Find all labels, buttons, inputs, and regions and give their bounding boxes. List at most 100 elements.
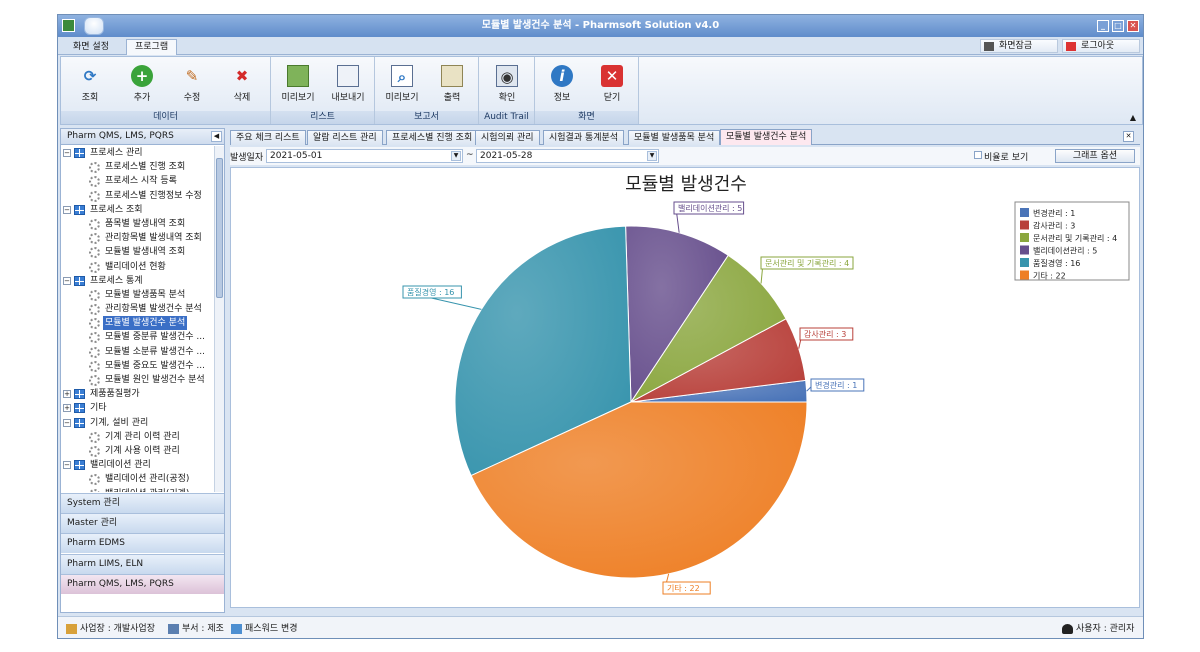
- print-button[interactable]: 출력: [429, 63, 475, 107]
- tree-item[interactable]: 프로세스별 진행정보 수정: [61, 189, 214, 203]
- tree-item[interactable]: 프로세스별 진행 조회: [61, 160, 214, 174]
- tree-item[interactable]: 관리항목별 발생건수 분석: [61, 302, 214, 316]
- logout-button[interactable]: 로그아웃: [1062, 39, 1140, 53]
- tree-folder[interactable]: − 프로세스 조회: [61, 203, 214, 217]
- app-window: 모듈별 발생건수 분석 - Pharmsoft Solution v4.0 _ …: [57, 14, 1144, 639]
- chart-area: 모듈별 발생건수 변경관리 : 1 감사관리 : 3 문서관리 및 기록관리 : 4 밸…: [230, 167, 1140, 608]
- nav-bar-module[interactable]: Pharm LIMS, ELN: [61, 553, 224, 574]
- date-from-input[interactable]: 2021-05-01 ▼: [266, 149, 463, 163]
- nav-bar-module[interactable]: Pharm EDMS: [61, 533, 224, 554]
- nav-bar-module[interactable]: System 관리: [61, 493, 224, 513]
- tree-node-label: 프로세스별 진행 조회: [105, 162, 186, 173]
- expand-toggle-icon[interactable]: −: [63, 149, 71, 157]
- grid-icon: [231, 624, 242, 634]
- tree-item[interactable]: 밸리데이션 관리(공정): [61, 472, 214, 486]
- tab-program[interactable]: 프로그램: [126, 39, 178, 55]
- tree-folder[interactable]: − 밸리데이션 관리: [61, 458, 214, 472]
- audit-check-button[interactable]: ◉ 확인: [484, 63, 530, 107]
- edit-button[interactable]: ✎ 수정: [169, 63, 215, 107]
- chevron-down-icon[interactable]: ▼: [647, 151, 657, 161]
- tab-screen-settings[interactable]: 화면 설정: [64, 39, 118, 55]
- slice-data-label: 문서관리 및 기록관리 : 4: [765, 258, 849, 268]
- tree-folder[interactable]: + 기타: [61, 401, 214, 415]
- tree-scrollbar[interactable]: [214, 146, 224, 492]
- expand-toggle-icon[interactable]: +: [63, 404, 71, 413]
- tree-folder[interactable]: − 기계, 설비 관리: [61, 416, 214, 430]
- doc-tab[interactable]: 모듈별 발생건수 분석: [720, 129, 813, 145]
- doc-tab[interactable]: 시험의뢰 관리: [475, 130, 540, 145]
- export-button[interactable]: 내보내기: [325, 63, 371, 107]
- gear-icon: [89, 431, 100, 443]
- doc-tab[interactable]: 주요 체크 리스트: [230, 130, 306, 145]
- tree-node-label: 관리항목별 발생건수 분석: [105, 304, 202, 315]
- expand-toggle-icon[interactable]: −: [63, 276, 71, 285]
- search-button[interactable]: ⟳ 조회: [67, 63, 113, 107]
- tree-item[interactable]: 모듈별 중요도 발생건수 ...: [61, 359, 214, 373]
- nav-bar-module[interactable]: Pharm QMS, LMS, PQRS: [61, 573, 224, 594]
- date-to-input[interactable]: 2021-05-28 ▼: [476, 149, 659, 163]
- app-menu-orb[interactable]: [84, 17, 104, 35]
- minimize-icon[interactable]: _: [1097, 20, 1109, 32]
- tree-item[interactable]: 기계 사용 이력 관리: [61, 444, 214, 458]
- tree-folder[interactable]: − 프로세스 관리: [61, 146, 214, 160]
- nav-bar-module[interactable]: Master 관리: [61, 513, 224, 534]
- doc-tab[interactable]: 알람 리스트 관리: [307, 130, 383, 145]
- tree-item[interactable]: 밸리데이션 관리(기계): [61, 487, 214, 492]
- module-grid-icon: [74, 275, 85, 286]
- graph-options-button[interactable]: 그래프 옵션: [1055, 149, 1135, 163]
- doc-tab[interactable]: 시험결과 통계분석: [543, 130, 625, 145]
- doc-tab[interactable]: 모듈별 발생품목 분석: [628, 130, 721, 145]
- tree-item[interactable]: 품목별 발생내역 조회: [61, 217, 214, 231]
- tree-item[interactable]: 모듈별 발생품목 분석: [61, 288, 214, 302]
- tree-item[interactable]: 모듈별 원인 발생건수 분석: [61, 373, 214, 387]
- delete-button[interactable]: ✖ 삭제: [219, 63, 265, 107]
- collapse-panel-icon[interactable]: ◀: [211, 131, 222, 142]
- list-preview-button[interactable]: 미리보기: [275, 63, 321, 107]
- close-icon[interactable]: ✕: [1127, 20, 1139, 32]
- doc-tab[interactable]: 프로세스별 진행 조회: [386, 130, 479, 145]
- tree-item[interactable]: 밸리데이션 현황: [61, 260, 214, 274]
- gear-icon: [89, 289, 100, 301]
- tree-item[interactable]: 기계 관리 이력 관리: [61, 430, 214, 444]
- legend-swatch: [1020, 220, 1029, 230]
- tree-node-label: 모듈별 중분류 발생건수 ...: [105, 332, 205, 343]
- tree-item[interactable]: 모듈별 발생내역 조회: [61, 245, 214, 259]
- expand-toggle-icon[interactable]: −: [63, 418, 71, 427]
- gear-icon: [89, 190, 100, 202]
- chevron-down-icon[interactable]: ▼: [451, 151, 461, 161]
- change-password-button[interactable]: 패스워드 변경: [229, 622, 298, 636]
- tree-node-label: 모듈별 발생건수 분석: [103, 316, 188, 331]
- tree-node-label: 기계 사용 이력 관리: [105, 445, 180, 456]
- close-screen-button[interactable]: ✕ 닫기: [589, 63, 635, 107]
- tree-item[interactable]: 모듈별 중분류 발생건수 ...: [61, 330, 214, 344]
- ribbon-collapse-icon[interactable]: ▲: [1130, 113, 1136, 122]
- tree-item[interactable]: 프로세스 시작 등록: [61, 174, 214, 188]
- expand-toggle-icon[interactable]: +: [63, 390, 71, 399]
- tree-node-label: 밸리데이션 현황: [105, 261, 166, 272]
- tree-node-label: 기계 관리 이력 관리: [105, 431, 180, 442]
- tree-folder[interactable]: + 제품품질평가: [61, 387, 214, 401]
- expand-toggle-icon[interactable]: −: [63, 461, 71, 470]
- tree-item[interactable]: 관리항목별 발생내역 조회: [61, 231, 214, 245]
- add-button[interactable]: + 추가: [119, 63, 165, 107]
- maximize-icon[interactable]: □: [1112, 20, 1124, 32]
- gear-icon: [89, 375, 100, 386]
- report-preview-button[interactable]: ⌕ 미리보기: [379, 63, 425, 107]
- expand-toggle-icon[interactable]: −: [63, 205, 71, 214]
- delete-x-icon: ✖: [235, 67, 249, 85]
- tree-item[interactable]: 모듈별 발생건수 분석: [61, 316, 214, 331]
- screen-lock-button[interactable]: 화면잠금: [980, 39, 1058, 53]
- module-grid-icon: [74, 460, 85, 471]
- tree-node-label: 프로세스별 진행정보 수정: [105, 190, 202, 201]
- tree-folder[interactable]: − 프로세스 통계: [61, 274, 214, 288]
- ribbon-group-label: 리스트: [271, 111, 374, 124]
- gear-icon: [89, 247, 100, 259]
- close-tab-icon[interactable]: ✕: [1123, 131, 1134, 142]
- save-disk-icon: [337, 65, 359, 87]
- scrollbar-thumb[interactable]: [216, 158, 223, 298]
- tree-node-label: 모듈별 중요도 발생건수 ...: [105, 360, 205, 371]
- tree-item[interactable]: 모듈별 소분류 발생건수 ...: [61, 345, 214, 359]
- info-button[interactable]: i 정보: [539, 63, 585, 107]
- ribbon-group-list: 미리보기 내보내기 리스트: [271, 57, 375, 124]
- ratio-checkbox[interactable]: [974, 151, 982, 159]
